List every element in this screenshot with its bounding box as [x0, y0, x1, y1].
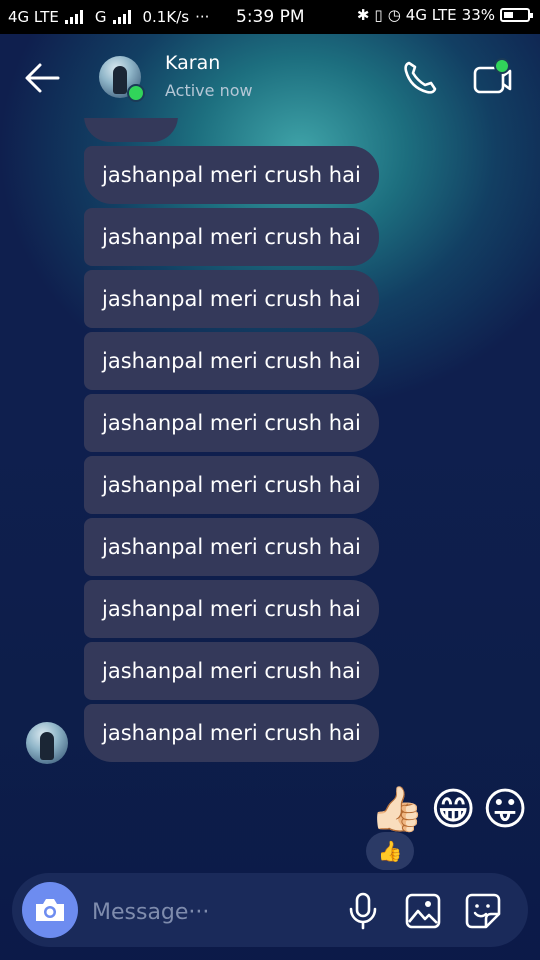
message-input[interactable] — [90, 893, 334, 931]
contact-name[interactable]: Karan — [165, 52, 220, 74]
more-notifications: ··· — [195, 8, 210, 26]
vibrate-icon: ▯ — [374, 6, 383, 24]
message-text: jashanpal meri crush hai — [102, 535, 361, 559]
message-bubble[interactable]: jashanpal meri crush hai — [84, 332, 379, 390]
message-text: jashanpal meri crush hai — [102, 287, 361, 311]
chat-header: Karan Active now — [0, 34, 540, 118]
network-label-2: G — [94, 8, 107, 26]
network-label-3: 4G LTE — [405, 6, 457, 24]
sent-emoji-message[interactable]: 👍🏻 😁 😛 — [369, 784, 528, 836]
bluetooth-icon: ✱ — [356, 6, 370, 24]
message-list[interactable]: hmmm jashanpal meri crush hai jashanpal … — [0, 118, 540, 778]
message-bubble[interactable]: jashanpal meri crush hai — [84, 394, 379, 452]
voice-message-button[interactable] — [346, 892, 380, 930]
reaction-emoji: 👍 — [377, 839, 403, 863]
message-text: jashanpal meri crush hai — [102, 225, 361, 249]
message-bubble[interactable]: jashanpal meri crush hai — [84, 146, 379, 204]
signal-icon-2 — [112, 10, 131, 24]
gallery-button[interactable] — [404, 892, 442, 930]
battery-icon — [500, 8, 533, 22]
microphone-icon — [349, 892, 377, 930]
alarm-icon: ◷ — [387, 6, 401, 24]
message-text: jashanpal meri crush hai — [102, 349, 361, 373]
thumbs-up-emoji: 👍🏻 — [369, 784, 425, 835]
message-bubble[interactable]: jashanpal meri crush hai — [84, 704, 379, 762]
message-bubble[interactable]: jashanpal meri crush hai — [84, 518, 379, 576]
message-bubble[interactable]: jashanpal meri crush hai — [84, 208, 379, 266]
presence-status: Active now — [165, 81, 253, 100]
message-text: jashanpal meri crush hai — [102, 721, 361, 745]
message-text: jashanpal meri crush hai — [102, 411, 361, 435]
video-call-button[interactable] — [472, 58, 514, 98]
grinning-emoji: 😁 — [430, 784, 477, 835]
voice-call-button[interactable] — [400, 58, 440, 98]
clock: 5:39 PM — [236, 7, 305, 27]
sticker-button[interactable] — [464, 892, 502, 930]
video-camera-icon — [473, 58, 512, 94]
message-text: jashanpal meri crush hai — [102, 659, 361, 683]
network-speed: 0.1K/s — [142, 8, 190, 26]
signal-icon — [64, 10, 83, 24]
battery-percent: 33% — [461, 6, 495, 24]
camera-button[interactable] — [22, 882, 78, 938]
sticker-icon — [465, 893, 501, 929]
status-bar: 4G LTE G 0.1K/s ··· 5:39 PM ✱ ▯ ◷ 4G LTE… — [0, 0, 540, 34]
message-text: jashanpal meri crush hai — [102, 597, 361, 621]
back-arrow-icon — [25, 63, 60, 93]
reaction-badge[interactable]: 👍 — [366, 832, 414, 870]
message-text: jashanpal meri crush hai — [102, 163, 361, 187]
message-text: jashanpal meri crush hai — [102, 473, 361, 497]
message-bubble-partial[interactable] — [84, 118, 178, 142]
back-button[interactable] — [22, 58, 62, 98]
tongue-emoji: 😛 — [482, 784, 528, 835]
sender-avatar[interactable] — [26, 722, 68, 764]
online-indicator — [127, 84, 145, 102]
message-bubble[interactable]: jashanpal meri crush hai — [84, 642, 379, 700]
camera-icon — [36, 899, 64, 921]
message-bubble[interactable]: jashanpal meri crush hai — [84, 580, 379, 638]
message-bubble[interactable]: jashanpal meri crush hai — [84, 456, 379, 514]
network-label: 4G LTE — [8, 8, 59, 26]
phone-icon — [404, 61, 437, 94]
image-icon — [405, 893, 441, 929]
message-bubble[interactable]: jashanpal meri crush hai — [84, 270, 379, 328]
